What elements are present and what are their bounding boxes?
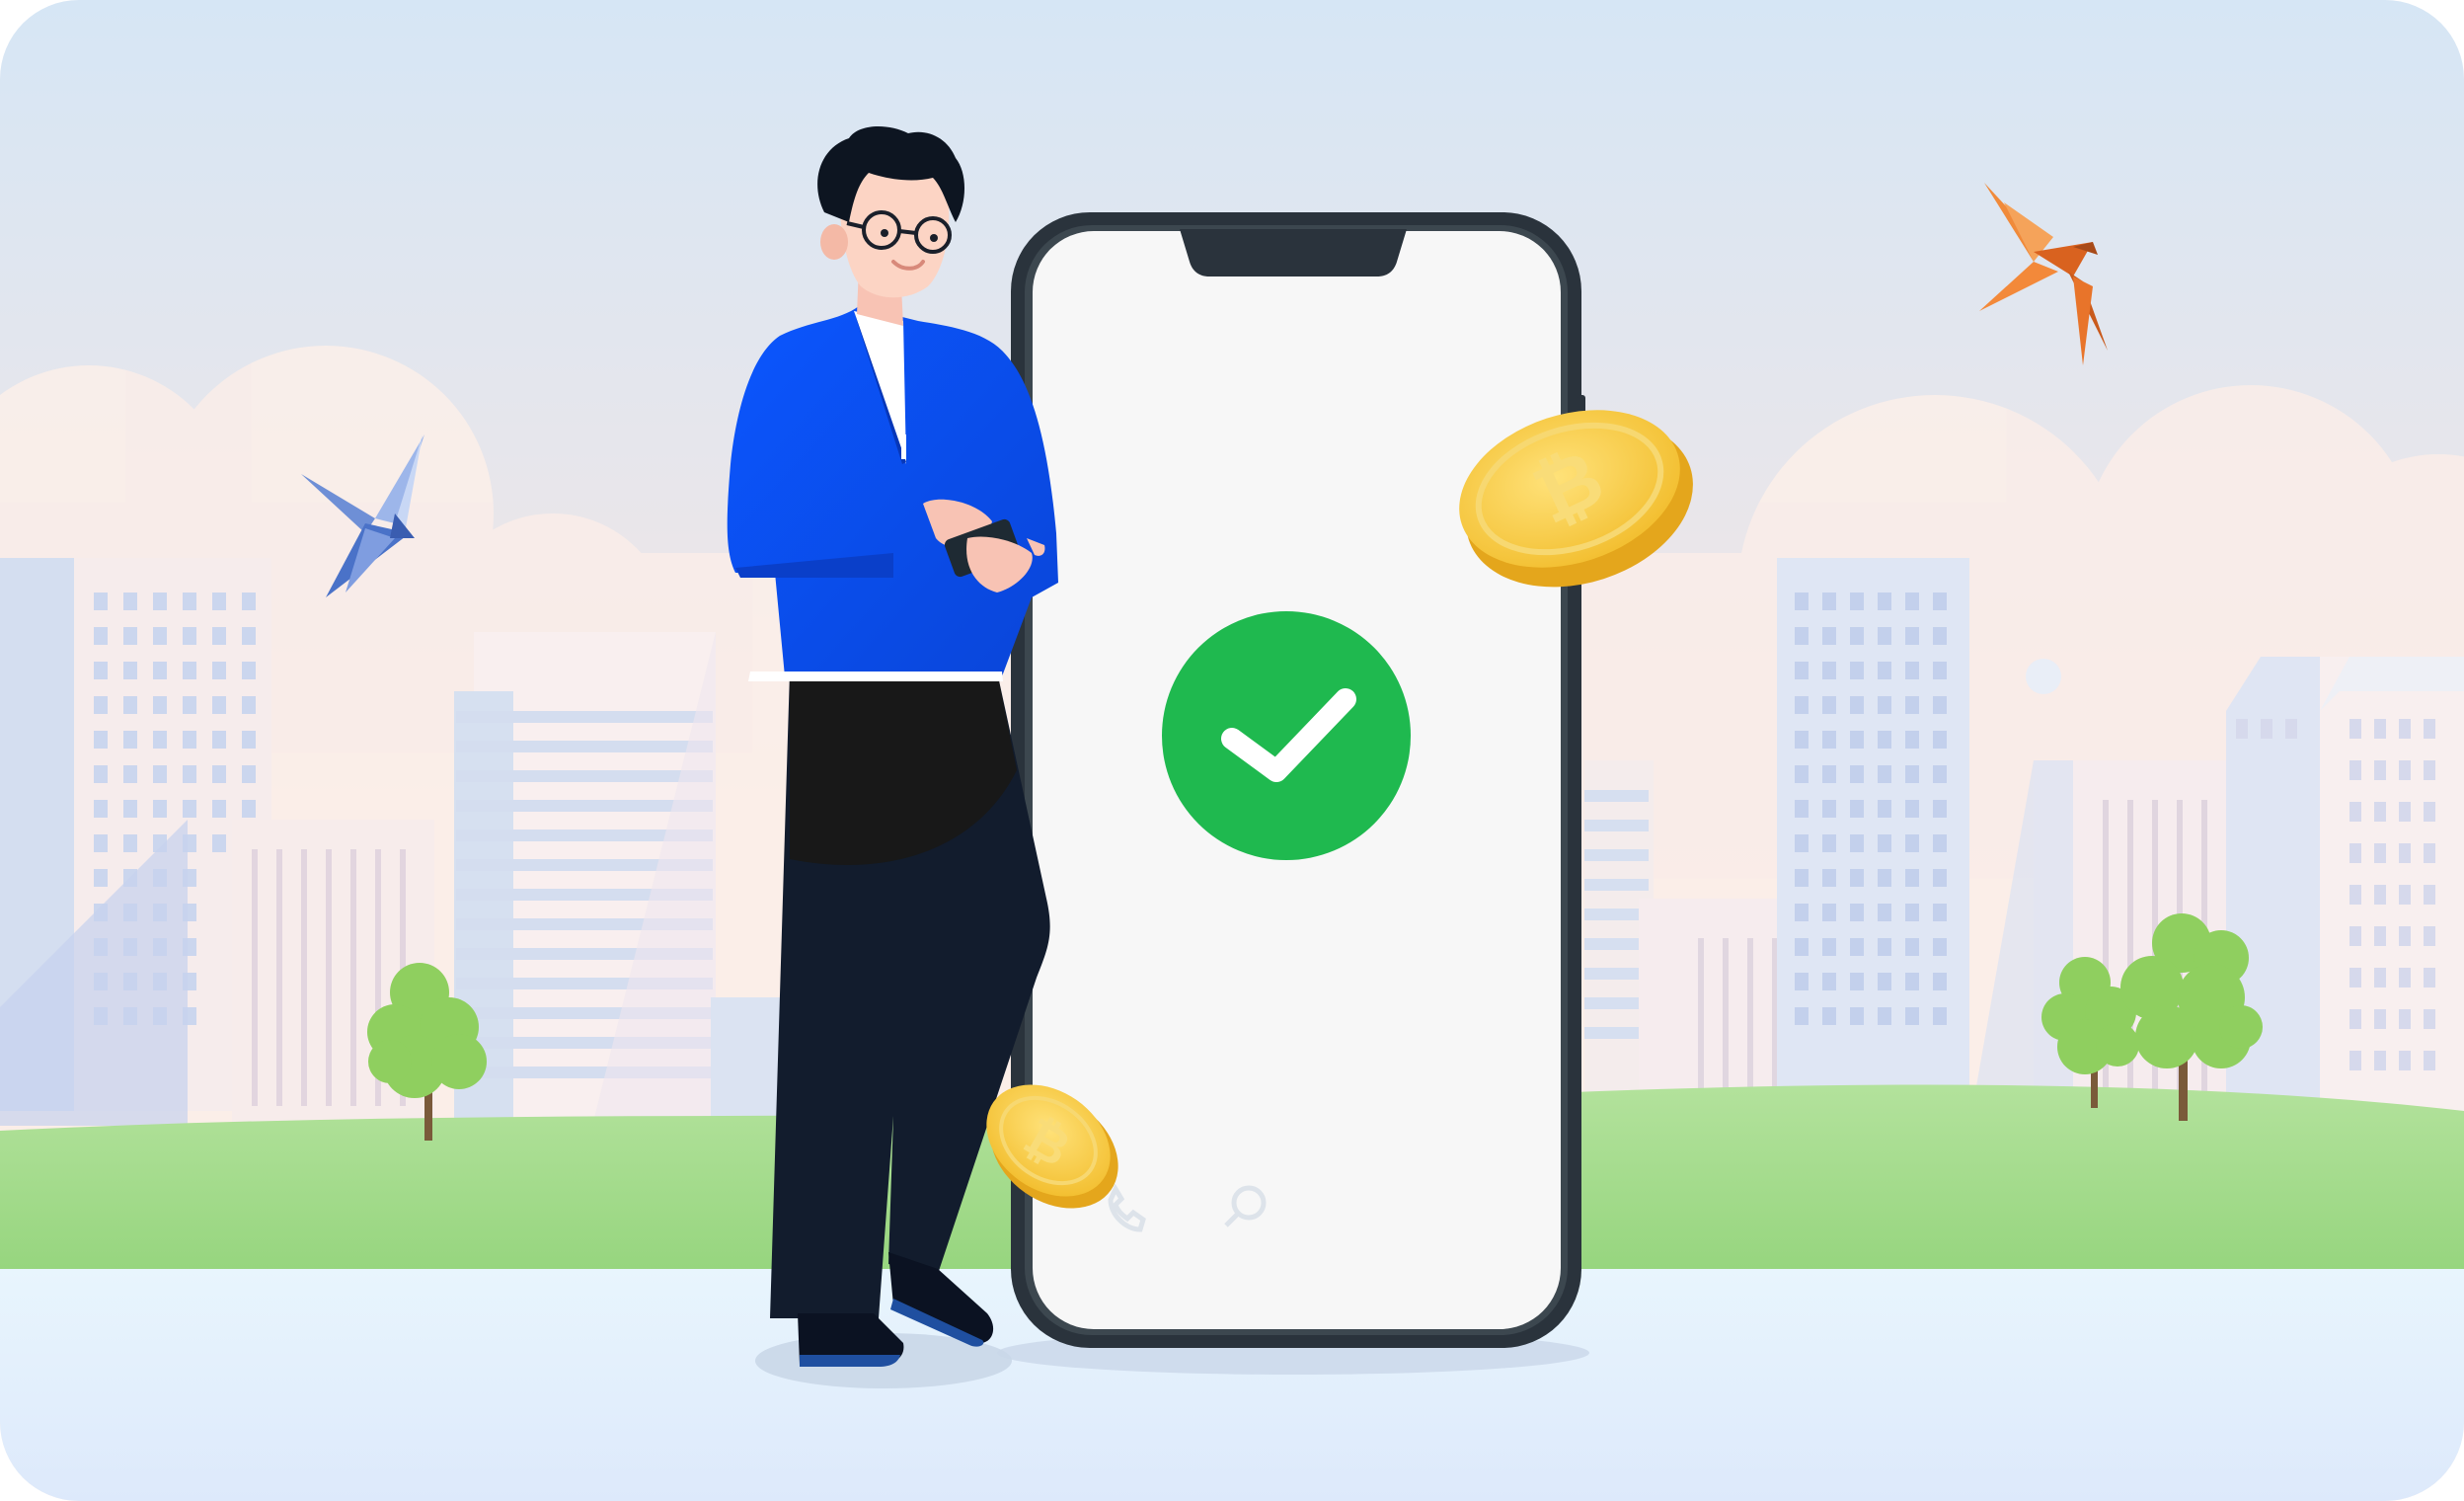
phone-notch <box>1180 229 1407 276</box>
illustration-card: ₿ ₿ <box>0 0 2464 1501</box>
success-badge <box>1162 611 1411 860</box>
payment-success-scene: ₿ ₿ <box>0 0 2464 1501</box>
